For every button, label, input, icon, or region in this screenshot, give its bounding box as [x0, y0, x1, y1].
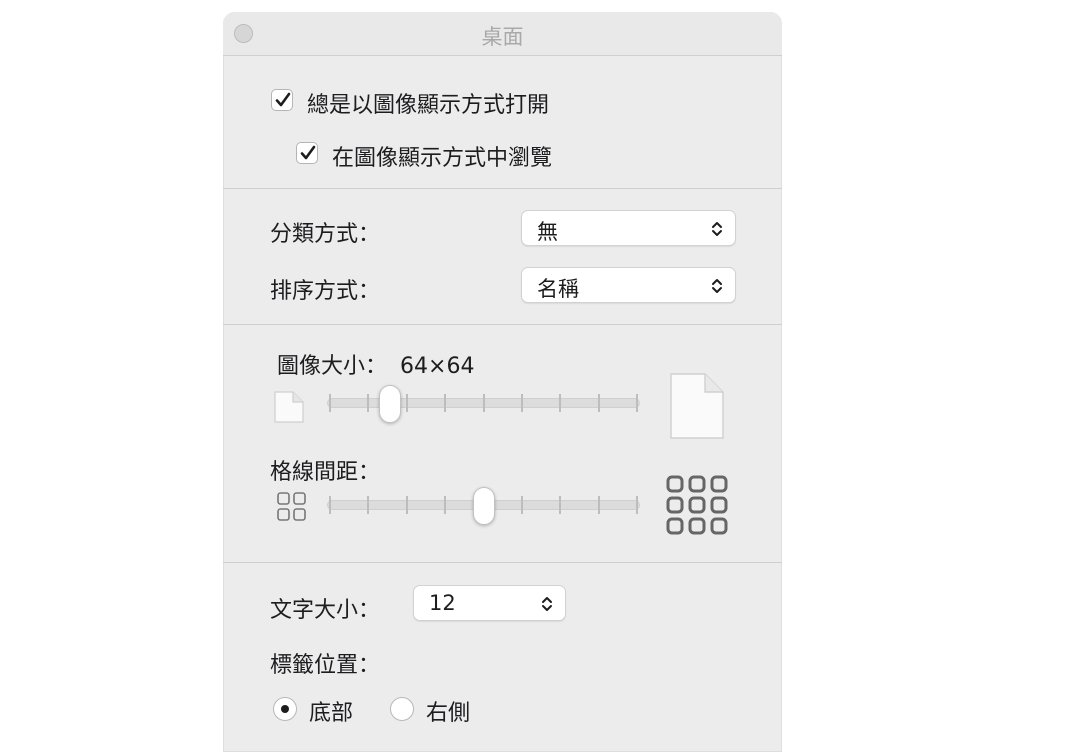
desktop-view-options-window: 桌面 總是以圖像顯示方式打開 在圖像顯示方式中瀏覽 分類方式： 無 排序方式： … — [223, 12, 782, 752]
slider-tick — [597, 496, 600, 514]
text-size-value: 12 — [429, 591, 456, 615]
slider-tick — [367, 496, 370, 514]
label-position-bottom-radio[interactable] — [273, 697, 297, 721]
small-grid-icon — [277, 492, 306, 521]
slider-tick — [559, 496, 562, 514]
grid-spacing-knob[interactable] — [472, 487, 495, 525]
title-bar: 桌面 — [223, 12, 782, 56]
slider-tick — [597, 394, 600, 412]
checkmark-icon — [275, 92, 291, 107]
browse-in-icon-view-label: 在圖像顯示方式中瀏覽 — [332, 146, 553, 171]
slider-tick — [636, 496, 638, 514]
chevron-up-down-icon — [542, 597, 552, 611]
divider — [223, 562, 782, 563]
group-by-value: 無 — [537, 220, 558, 244]
grid-spacing-label: 格線間距： — [270, 460, 381, 485]
divider — [223, 188, 782, 189]
browse-in-icon-view-checkbox[interactable] — [296, 142, 318, 164]
slider-tick — [405, 496, 408, 514]
text-size-popup[interactable]: 12 — [413, 585, 566, 621]
slider-tick — [636, 394, 638, 412]
text-size-label: 文字大小： — [270, 598, 381, 623]
large-grid-icon — [666, 475, 728, 535]
large-document-icon — [670, 373, 724, 439]
icon-size-knob[interactable] — [378, 385, 401, 423]
sort-by-label: 排序方式： — [270, 279, 381, 304]
label-position-right-label: 右側 — [426, 701, 471, 726]
always-open-icon-view-label: 總是以圖像顯示方式打開 — [307, 93, 550, 118]
group-by-popup[interactable]: 無 — [521, 210, 736, 246]
chevron-up-down-icon — [712, 279, 722, 293]
label-position-label: 標籤位置： — [270, 653, 381, 678]
icon-size-label: 圖像大小： 64×64 — [277, 348, 474, 380]
slider-tick — [444, 394, 447, 412]
window-title: 桌面 — [481, 25, 524, 49]
icon-size-caption: 圖像大小： — [277, 354, 388, 379]
slider-tick — [559, 394, 562, 412]
icon-size-value: 64×64 — [400, 354, 475, 379]
small-document-icon — [274, 391, 304, 423]
chevron-up-down-icon — [712, 222, 722, 236]
slider-tick — [520, 394, 523, 412]
slider-tick — [520, 496, 523, 514]
slider-tick — [444, 496, 447, 514]
slider-tick — [329, 394, 331, 412]
sort-by-popup[interactable]: 名稱 — [521, 267, 736, 303]
radio-selected-dot — [281, 705, 289, 713]
group-by-label: 分類方式： — [270, 222, 381, 247]
slider-tick — [405, 394, 408, 412]
label-position-bottom-label: 底部 — [309, 701, 354, 726]
checkmark-icon — [300, 145, 316, 160]
slider-tick — [482, 394, 485, 412]
sort-by-value: 名稱 — [537, 277, 579, 301]
always-open-icon-view-checkbox[interactable] — [271, 89, 293, 111]
label-position-right-radio[interactable] — [390, 697, 414, 721]
divider — [223, 324, 782, 325]
slider-tick — [329, 496, 331, 514]
slider-tick — [367, 394, 370, 412]
